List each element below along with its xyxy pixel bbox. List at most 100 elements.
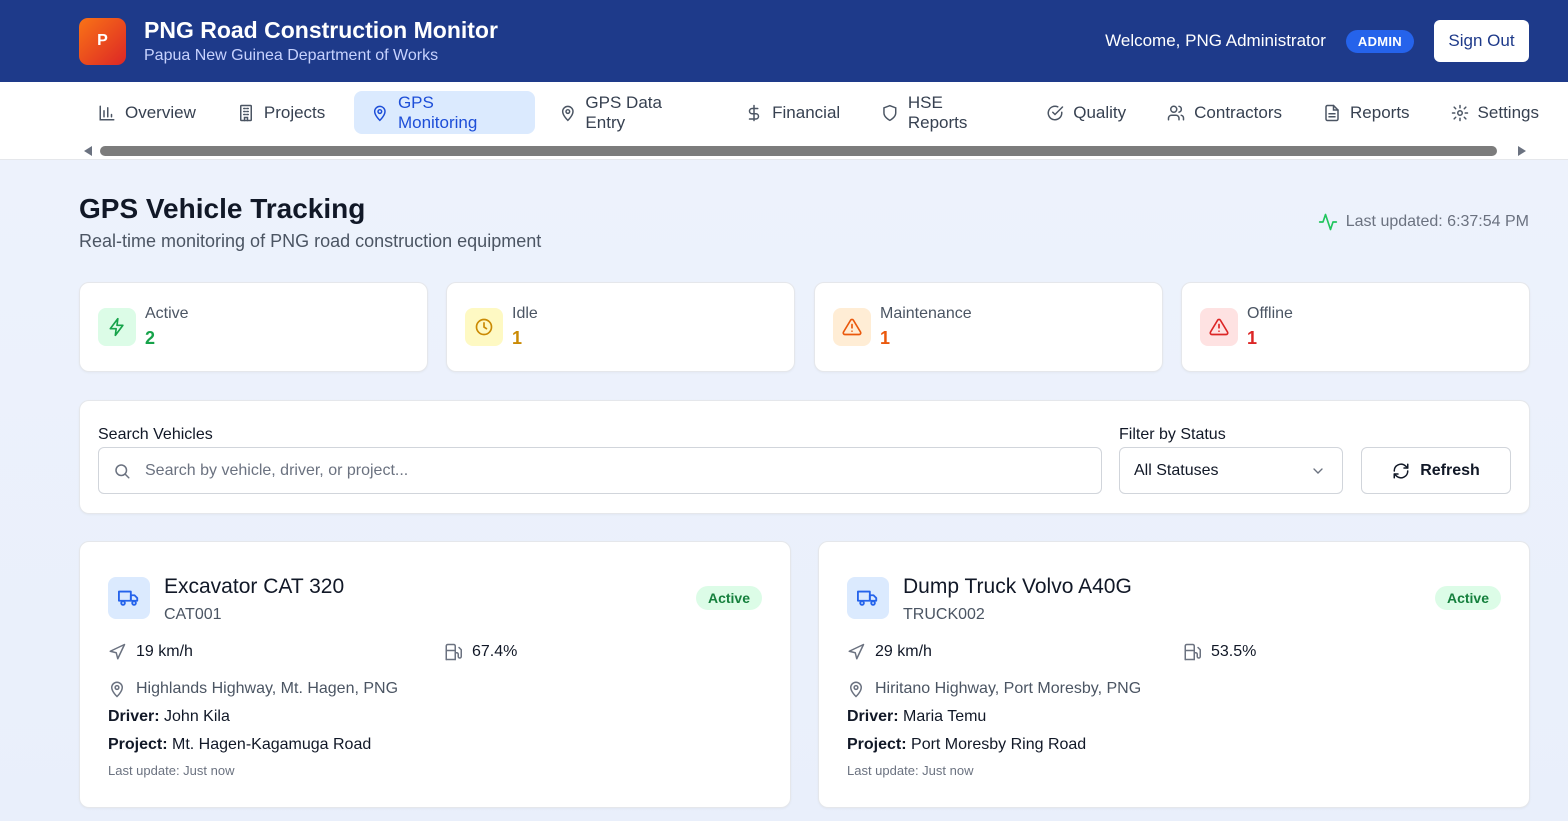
fuel-value: 67.4% <box>472 643 518 660</box>
tab-projects[interactable]: Projects <box>225 91 337 134</box>
app-subtitle: Papua New Guinea Department of Works <box>144 47 439 64</box>
tab-hse-reports[interactable]: HSE Reports <box>869 91 1017 134</box>
tab-overview[interactable]: Overview <box>86 91 208 134</box>
search-field[interactable] <box>98 447 1102 494</box>
tab-gps-monitoring[interactable]: GPS Monitoring <box>354 91 535 134</box>
stat-value: 1 <box>512 328 523 348</box>
vehicle-location: Hiritano Highway, Port Moresby, PNG <box>847 680 1141 698</box>
project-label: Project: <box>108 736 173 753</box>
stat-label: Offline <box>1247 305 1293 322</box>
tab-label: Overview <box>125 102 196 122</box>
last-updated: Last updated: 6:37:54 PM <box>1318 212 1529 232</box>
activity-icon <box>1318 213 1337 231</box>
vehicle-id: TRUCK002 <box>903 606 985 623</box>
warning-icon <box>833 308 871 346</box>
fuel-value: 53.5% <box>1211 643 1257 660</box>
scroll-thumb[interactable] <box>100 146 1497 156</box>
navigation-icon <box>109 643 126 660</box>
map-pin-icon <box>374 105 387 121</box>
building-icon <box>239 104 252 121</box>
project-line: Project: Mt. Hagen-Kagamuga Road <box>108 736 371 754</box>
status-badge: Active <box>1434 586 1501 610</box>
zap-icon <box>98 308 136 346</box>
app-title: PNG Road Construction Monitor <box>144 17 498 43</box>
vehicle-id: CAT001 <box>164 606 222 623</box>
stat-card-idle: Idle 1 <box>446 282 795 372</box>
stat-label: Idle <box>512 305 538 322</box>
driver-name: Maria Temu <box>903 708 987 725</box>
refresh-label: Refresh <box>1420 461 1480 479</box>
users-icon <box>1167 105 1185 120</box>
tab-label: Settings <box>1477 102 1539 122</box>
driver-line: Driver: John Kila <box>108 708 230 726</box>
role-badge: ADMIN <box>1345 29 1414 53</box>
main-nav: Overview Projects GPS Monitoring GPS Dat… <box>0 82 1568 160</box>
vehicle-speed: 19 km/h <box>108 643 193 661</box>
driver-label: Driver: <box>108 708 165 725</box>
project-name: Port Moresby Ring Road <box>911 736 1087 753</box>
alert-icon <box>1200 308 1238 346</box>
fuel-icon <box>445 643 462 661</box>
page-subtitle: Real-time monitoring of PNG road constru… <box>79 231 542 251</box>
truck-icon <box>108 577 150 619</box>
header-user-area: Welcome, PNG Administrator ADMIN Sign Ou… <box>1105 20 1529 62</box>
stat-label: Active <box>145 305 189 322</box>
stat-value: 1 <box>880 328 891 348</box>
stat-label: Maintenance <box>880 305 972 322</box>
last-update-text: Last update: Just now <box>847 763 974 778</box>
search-panel: Search Vehicles Filter by Status All Sta… <box>79 400 1530 514</box>
map-pin-icon <box>849 681 863 698</box>
brand: PNG Road Construction Monitor Papua New … <box>144 17 498 65</box>
chevron-down-icon <box>1313 467 1323 474</box>
last-updated-text: Last updated: 6:37:54 PM <box>1345 213 1529 230</box>
map-pin-icon <box>110 681 124 698</box>
bar-chart-icon <box>99 105 115 120</box>
scroll-right-arrow[interactable] <box>1518 146 1526 156</box>
app-logo: P <box>79 17 126 65</box>
vehicle-name: Dump Truck Volvo A40G <box>903 575 1132 598</box>
refresh-button[interactable]: Refresh <box>1361 447 1511 494</box>
check-circle-icon <box>1047 105 1064 120</box>
search-icon <box>115 463 130 478</box>
tab-label: HSE Reports <box>907 92 968 132</box>
search-input[interactable] <box>145 461 1045 480</box>
project-label: Project: <box>847 736 912 753</box>
stat-card-maintenance: Maintenance 1 <box>814 282 1163 372</box>
vehicle-fuel: 67.4% <box>444 643 517 661</box>
gear-icon <box>1451 104 1468 121</box>
shield-icon <box>883 104 897 121</box>
vehicle-location: Highlands Highway, Mt. Hagen, PNG <box>108 680 398 698</box>
location-text: Highlands Highway, Mt. Hagen, PNG <box>136 680 399 697</box>
tab-label: Projects <box>263 102 326 122</box>
stat-value: 2 <box>145 328 156 348</box>
driver-name: John Kila <box>164 708 230 725</box>
scroll-left-arrow[interactable] <box>84 146 92 156</box>
map-pin-icon <box>561 105 574 121</box>
status-badge: Active <box>695 586 762 610</box>
tab-label: Financial <box>772 102 841 122</box>
stat-value: 1 <box>1247 328 1258 348</box>
vehicle-speed: 29 km/h <box>847 643 932 661</box>
vehicle-name: Excavator CAT 320 <box>164 575 345 598</box>
vehicle-fuel: 53.5% <box>1183 643 1256 661</box>
vehicle-card[interactable]: Excavator CAT 320 CAT001 Active 19 km/h … <box>79 541 791 808</box>
tab-label: GPS Data Entry <box>585 92 662 132</box>
status-filter-value: All Statuses <box>1134 461 1219 479</box>
tab-gps-data-entry[interactable]: GPS Data Entry <box>547 91 716 134</box>
tab-quality[interactable]: Quality <box>1034 91 1138 134</box>
speed-value: 19 km/h <box>136 643 193 660</box>
vehicle-card[interactable]: Dump Truck Volvo A40G TRUCK002 Active 29… <box>818 541 1530 808</box>
location-text: Hiritano Highway, Port Moresby, PNG <box>875 680 1142 697</box>
page-title: GPS Vehicle Tracking <box>79 193 366 224</box>
nav-tabs: Overview Projects GPS Monitoring GPS Dat… <box>86 91 1568 134</box>
tab-reports[interactable]: Reports <box>1311 91 1422 134</box>
nav-scrollbar[interactable] <box>84 145 1526 157</box>
sign-out-button[interactable]: Sign Out <box>1434 20 1529 62</box>
refresh-icon <box>1393 463 1409 478</box>
tab-financial[interactable]: Financial <box>733 91 852 134</box>
driver-label: Driver: <box>847 708 904 725</box>
speed-value: 29 km/h <box>875 643 932 660</box>
status-filter-select[interactable]: All Statuses <box>1119 447 1343 494</box>
tab-contractors[interactable]: Contractors <box>1155 91 1294 134</box>
tab-settings[interactable]: Settings <box>1439 91 1551 134</box>
